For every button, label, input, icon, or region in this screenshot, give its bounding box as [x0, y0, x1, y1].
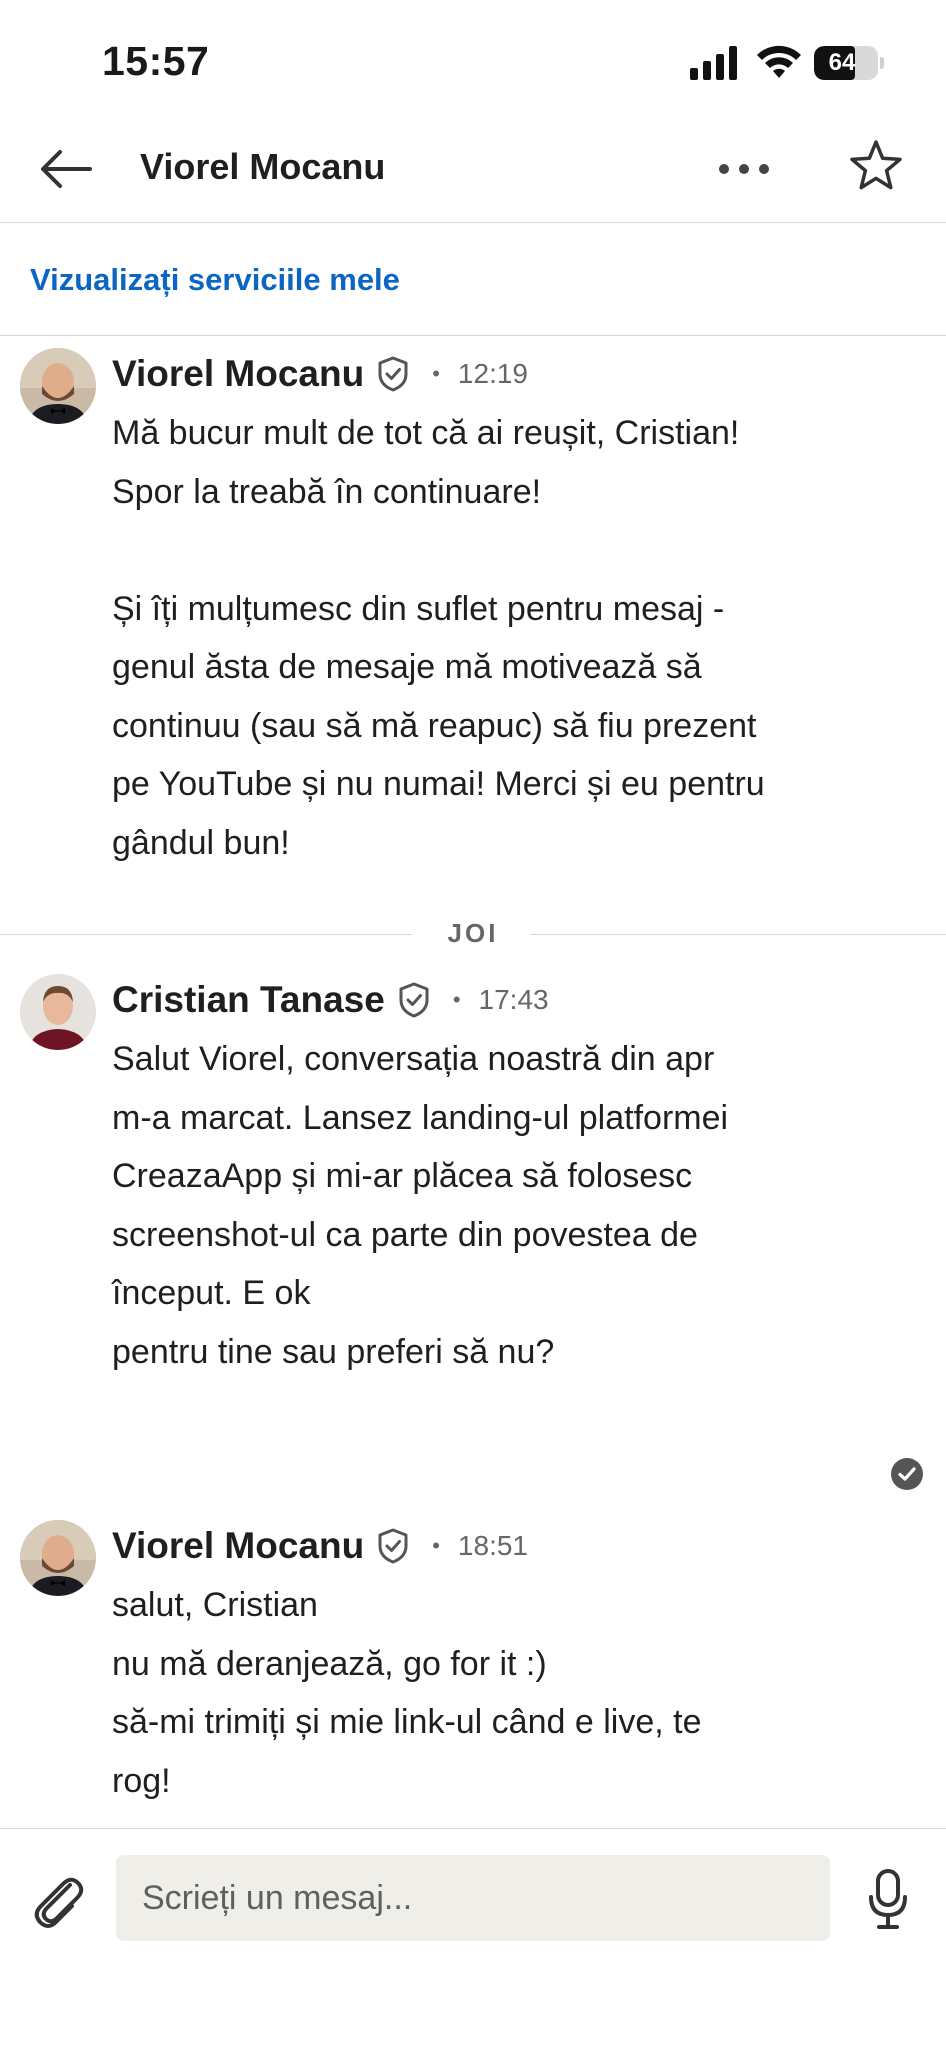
conversation-title[interactable]: Viorel Mocanu [140, 146, 385, 188]
paperclip-icon[interactable] [30, 1871, 86, 1931]
wifi-icon [757, 45, 801, 78]
battery-indicator: 64 [814, 46, 884, 80]
message-body: salut, Cristian nu mă deranjează, go for… [112, 1586, 702, 1800]
message-header: Viorel Mocanu • 12:19 [112, 352, 528, 396]
day-divider: JOI [0, 910, 946, 960]
battery-level-label: 64 [828, 49, 856, 76]
message-body: Mă bucur mult de tot că ai reușit, Crist… [112, 414, 765, 862]
sender-name[interactable]: Cristian Tanase [112, 979, 385, 1021]
conversation-header: Viorel Mocanu [0, 120, 946, 223]
verified-icon [378, 1528, 408, 1564]
cellular-signal-icon [690, 46, 737, 80]
avatar[interactable] [20, 348, 96, 424]
separator-dot: • [452, 987, 461, 1012]
separator-dot: • [432, 361, 440, 386]
avatar[interactable] [20, 974, 96, 1050]
message-time: 17:43 [478, 984, 549, 1015]
message-header: Viorel Mocanu • 18:51 [112, 1524, 528, 1568]
back-arrow-icon[interactable] [36, 142, 96, 196]
microphone-icon[interactable] [866, 1867, 910, 1931]
message-body: Salut Viorel, conversația noastră din ap… [112, 1040, 729, 1371]
sender-name[interactable]: Viorel Mocanu [112, 353, 364, 395]
message-header: Cristian Tanase • 17:43 [112, 978, 549, 1022]
verified-icon [399, 982, 429, 1018]
sender-name[interactable]: Viorel Mocanu [112, 1525, 364, 1567]
view-services-link[interactable]: Vizualizați serviciile mele [30, 262, 400, 298]
message-time: 18:51 [457, 1530, 528, 1561]
avatar[interactable] [20, 1520, 96, 1596]
verified-icon [378, 356, 408, 392]
status-time: 15:57 [102, 38, 210, 84]
day-divider-label: JOI [447, 918, 499, 948]
message-input[interactable] [116, 1855, 830, 1941]
more-options-icon[interactable] [716, 154, 772, 184]
message-composer [0, 1828, 946, 2049]
check-circle-icon [891, 1458, 923, 1490]
status-bar: 15:57 64 [0, 0, 946, 120]
services-banner: Vizualizați serviciile mele [0, 222, 946, 336]
message-time: 12:19 [457, 358, 528, 389]
separator-dot: • [432, 1533, 440, 1558]
star-icon[interactable] [848, 138, 904, 194]
